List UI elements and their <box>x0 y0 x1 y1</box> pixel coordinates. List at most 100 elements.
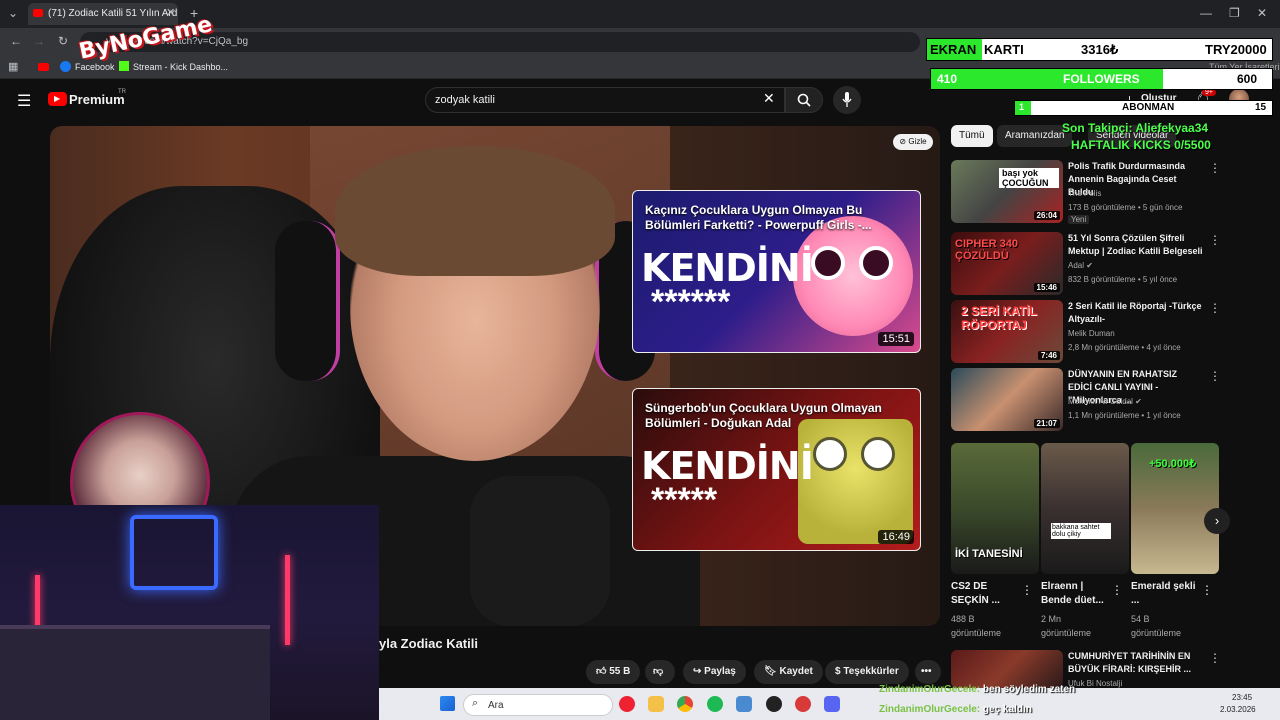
back-icon[interactable]: ← <box>10 34 22 48</box>
like-count: 55 B <box>609 666 631 677</box>
short-2-title[interactable]: Elraenn | Bende düet... <box>1041 580 1109 608</box>
chat-message-2: ZindanimOlurGecele: geç kaldın <box>879 704 1032 715</box>
rec-3-more-icon[interactable]: ⋮ <box>1209 301 1221 315</box>
shorts-next-button[interactable]: › <box>1204 508 1230 534</box>
taskbar-app2-icon[interactable] <box>795 696 811 712</box>
rec-2-channel-row[interactable]: Adal ✔ <box>1068 261 1093 270</box>
followers-goal-bar: 410 FOLLOWERS 600 <box>930 68 1273 90</box>
rec-2-channel: Adal <box>1068 261 1085 270</box>
dislike-button[interactable]: 👎︎ <box>645 660 675 684</box>
rec-2-more-icon[interactable]: ⋮ <box>1209 233 1221 247</box>
rec-video-4[interactable]: 21:07 DÜNYANIN EN RAHATSIZ EDİCİ CANLI Y… <box>951 368 1271 432</box>
short-1-thumbnail[interactable]: İKİ TANESİNİ <box>951 443 1039 574</box>
share-icon: ↪ <box>693 666 705 677</box>
webcam-feed <box>0 505 379 720</box>
rec-5-thumbnail <box>951 650 1063 688</box>
gpu-goal: TRY20000 <box>1205 42 1267 57</box>
search-value: zodyak katili <box>435 94 495 106</box>
short-3-title[interactable]: Emerald şekli ... <box>1131 580 1199 608</box>
taskbar-search[interactable]: Ara <box>463 694 613 716</box>
taskbar-app-icon[interactable] <box>736 696 752 712</box>
subs-label: ABONMAN <box>1122 102 1175 113</box>
taskbar-explorer-icon[interactable] <box>648 696 664 712</box>
clear-search-icon[interactable]: ✕ <box>763 90 775 107</box>
short-3-thumb-text: +50.000₺ <box>1149 458 1197 470</box>
chat-msg-2: geç kaldın <box>982 704 1032 715</box>
taskbar-time: 23:45 <box>1232 693 1253 702</box>
last-follower-text: Son Takipçi: Aliefekyaa34 <box>1062 121 1209 135</box>
endcard-2-eye-right <box>861 437 895 471</box>
short-3-more-icon[interactable]: ⋮ <box>1201 583 1213 597</box>
endcard-video-2[interactable]: Süngerbob'un Çocuklara Uygun Olmayan Böl… <box>632 388 921 551</box>
rec-3-channel[interactable]: Melik Duman <box>1068 329 1115 338</box>
thumbs-down-icon: 👎︎ <box>653 666 664 677</box>
taskbar-search-label: Ara <box>488 700 504 711</box>
rec-3-thumb-text: 2 SERİ KATİL RÖPORTAJ <box>961 304 1037 332</box>
endcard-video-1[interactable]: Kaçınız Çocuklara Uygun Olmayan Bu Bölüm… <box>632 190 921 353</box>
rec-4-more-icon[interactable]: ⋮ <box>1209 369 1221 383</box>
short-3-views: 54 B görüntüleme <box>1131 614 1182 638</box>
like-button[interactable]: 👍︎ 55 B <box>586 660 641 684</box>
save-button[interactable]: 🔖︎ Kaydet <box>754 660 823 684</box>
short-1-title[interactable]: CS2 DE SEÇKİN ... <box>951 580 1019 608</box>
endcard-2-character <box>798 419 913 544</box>
short-3-thumbnail[interactable]: +50.000₺ <box>1131 443 1219 574</box>
rec-2-title: 51 Yıl Sonra Çözülen Şifreli Mektup | Zo… <box>1068 233 1203 256</box>
headset-left <box>275 221 340 381</box>
subs-current: 1 <box>1019 102 1025 112</box>
browser-tab[interactable]: (71) Zodiac Katili 51 Yılın Ardına <box>28 3 178 25</box>
search-input[interactable]: zodyak katili <box>425 87 785 113</box>
gpu-label-b: KARTI <box>984 42 1024 57</box>
rec-1-more-icon[interactable]: ⋮ <box>1209 161 1221 175</box>
rec-video-2[interactable]: CIPHER 340 ÇÖZÜLDÜ 15:46 51 Yıl Sonra Çö… <box>951 232 1271 296</box>
notification-count-badge: 9+ <box>1202 89 1216 96</box>
bookmark-kick[interactable]: Stream - Kick Dashbo... <box>133 62 228 72</box>
close-tab-icon[interactable]: ✕ <box>166 6 175 19</box>
rec-video-1[interactable]: başı yok ÇOCUĞUN 26:04 Polis Trafik Durd… <box>951 160 1271 224</box>
rec-5-more-icon[interactable]: ⋮ <box>1209 651 1221 665</box>
close-window-icon[interactable]: ✕ <box>1257 6 1267 20</box>
taskbar-date: 2.03.2026 <box>1220 705 1256 714</box>
chat-user-2: ZindanimOlurGecele: <box>879 704 981 715</box>
more-actions-button[interactable]: ••• <box>915 660 941 684</box>
forward-icon[interactable]: → <box>33 34 45 48</box>
facebook-icon <box>60 61 71 72</box>
thanks-label: Teşekkürler <box>843 666 899 677</box>
taskbar-media-icon[interactable] <box>619 696 635 712</box>
rec-4-channel-row[interactable]: Mehmet Ali Güldal ✔ <box>1068 397 1142 406</box>
taskbar-spotify-icon[interactable] <box>707 696 723 712</box>
taskbar-chrome-icon[interactable] <box>677 696 693 712</box>
rec-video-3[interactable]: 2 SERİ KATİL RÖPORTAJ 7:46 2 Seri Katil … <box>951 300 1271 364</box>
apps-grid-icon[interactable]: ▦ <box>8 60 18 73</box>
rec-5-channel[interactable]: Ufuk Bi Nostalji <box>1068 679 1122 688</box>
minimize-icon[interactable]: — <box>1200 6 1212 20</box>
endcard-1-eye-left <box>811 246 845 280</box>
taskbar-obs-icon[interactable] <box>766 696 782 712</box>
windows-start-icon[interactable] <box>440 696 455 711</box>
reload-icon[interactable]: ↻ <box>58 34 68 48</box>
hide-endcards-button[interactable]: ⊘ Gizle <box>893 134 933 150</box>
tab-search-icon[interactable]: ⌄ <box>8 6 18 20</box>
short-2-more-icon[interactable]: ⋮ <box>1111 583 1123 597</box>
short-2-thumbnail[interactable]: bakkana sahtet dolu çikiy <box>1041 443 1129 574</box>
share-button[interactable]: ↪ Paylaş <box>683 660 746 684</box>
verified-icon: ✔ <box>1135 397 1142 406</box>
cam-bed <box>0 625 270 720</box>
menu-icon[interactable]: ☰ <box>17 91 31 111</box>
subs-goal-bar: 1 ABONMAN 15 <box>1014 100 1273 116</box>
chip-all[interactable]: Tümü <box>951 125 993 147</box>
tab-title: (71) Zodiac Katili 51 Yılın Ardına <box>48 8 178 19</box>
short-1-more-icon[interactable]: ⋮ <box>1021 583 1033 597</box>
kick-icon <box>119 61 129 71</box>
search-button[interactable] <box>785 87 823 113</box>
short-1-thumb-text: İKİ TANESİNİ <box>955 548 1023 560</box>
rec-1-new-badge: Yeni <box>1068 215 1090 224</box>
voice-search-button[interactable] <box>833 86 861 114</box>
taskbar-discord-icon[interactable] <box>824 696 840 712</box>
maximize-icon[interactable]: ❐ <box>1229 6 1240 20</box>
youtube-bookmark-icon[interactable] <box>38 63 49 71</box>
short-2-thumb-text: bakkana sahtet dolu çikiy <box>1051 523 1111 539</box>
thanks-button[interactable]: $ Teşekkürler <box>825 660 909 684</box>
rec-1-thumbnail: başı yok ÇOCUĞUN 26:04 <box>951 160 1063 223</box>
rec-1-channel[interactable]: The Polis <box>1068 189 1101 198</box>
